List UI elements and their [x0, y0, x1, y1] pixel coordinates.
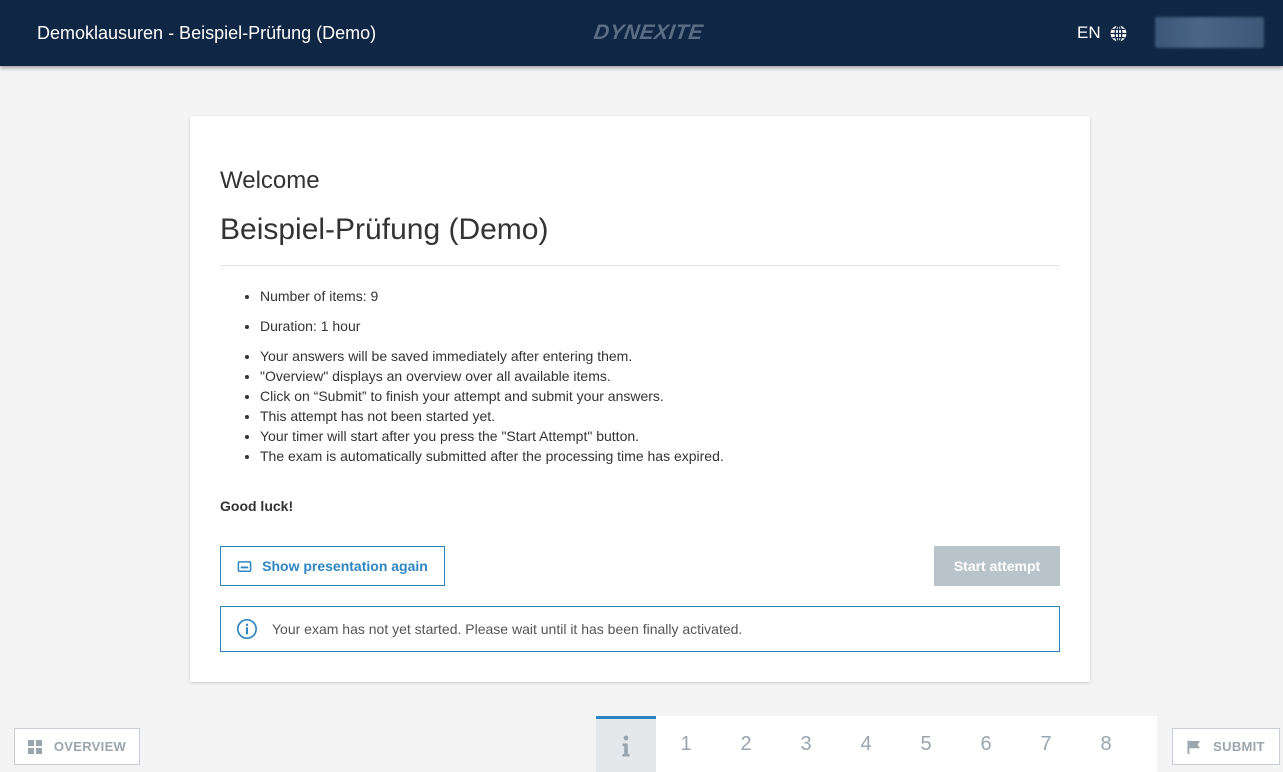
info-item: "Overview" displays an overview over all…: [260, 366, 724, 386]
nav-item-8[interactable]: 8: [1076, 716, 1136, 772]
show-presentation-button[interactable]: Show presentation again: [220, 546, 445, 586]
page-title: Demoklausuren - Beispiel-Prüfung (Demo): [37, 23, 377, 43]
info-item: Your timer will start after you press th…: [260, 426, 724, 446]
submit-label: SUBMIT: [1213, 739, 1265, 754]
exam-info-list: Number of items: 9 Duration: 1 hour Your…: [260, 286, 724, 466]
welcome-card: Welcome Beispiel-Prüfung (Demo) Number o…: [190, 116, 1090, 682]
exam-title: Beispiel-Prüfung (Demo): [220, 213, 549, 246]
nav-item-5[interactable]: 5: [896, 716, 956, 772]
item-navigation: 1 2 3 4 5 6 7 8: [596, 716, 1157, 772]
show-presentation-label: Show presentation again: [262, 558, 428, 574]
info-circle-icon: [237, 619, 257, 639]
nav-item-6[interactable]: 6: [956, 716, 1016, 772]
info-icon: [622, 735, 630, 756]
nav-item-7[interactable]: 7: [1016, 716, 1076, 772]
info-item: The exam is automatically submitted afte…: [260, 446, 724, 466]
info-item: This attempt has not been started yet.: [260, 406, 724, 426]
info-item: Your answers will be saved immediately a…: [260, 346, 724, 366]
info-item-count: Number of items: 9: [260, 286, 724, 306]
overview-label: OVERVIEW: [53, 739, 127, 754]
info-item: Click on “Submit” to finish your attempt…: [260, 386, 724, 406]
dynexite-logo: DYNEXITE: [592, 21, 705, 44]
flag-icon: [1187, 740, 1201, 754]
nav-item-2[interactable]: 2: [716, 716, 776, 772]
submit-button[interactable]: SUBMIT: [1172, 728, 1280, 765]
user-menu[interactable]: [1155, 17, 1264, 48]
nav-item-3[interactable]: 3: [776, 716, 836, 772]
grid-icon: [27, 739, 42, 754]
presentation-icon: [237, 560, 252, 572]
divider: [220, 265, 1060, 266]
nav-item-4[interactable]: 4: [836, 716, 896, 772]
overview-button[interactable]: OVERVIEW: [14, 728, 140, 765]
notice-text: Your exam has not yet started. Please wa…: [272, 621, 743, 637]
start-attempt-button[interactable]: Start attempt: [934, 546, 1060, 586]
top-bar: Demoklausuren - Beispiel-Prüfung (Demo) …: [0, 0, 1283, 66]
good-luck-text: Good luck!: [220, 498, 294, 514]
info-notice: Your exam has not yet started. Please wa…: [220, 606, 1060, 652]
nav-item-1[interactable]: 1: [656, 716, 716, 772]
language-switcher[interactable]: EN: [1077, 21, 1128, 45]
globe-icon: [1110, 24, 1127, 42]
language-label: EN: [1077, 23, 1101, 42]
info-item-duration: Duration: 1 hour: [260, 316, 724, 336]
welcome-heading: Welcome: [220, 167, 320, 194]
nav-item-info[interactable]: [596, 716, 656, 772]
